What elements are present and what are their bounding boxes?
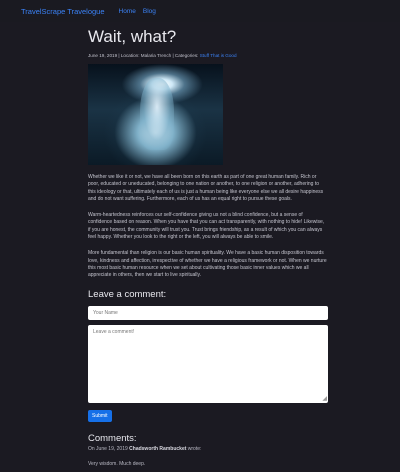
post-image — [88, 64, 223, 165]
name-input[interactable]: Your Name — [88, 305, 328, 320]
post-title: Wait, what? — [88, 27, 177, 46]
comment-placeholder: Leave a comment! — [93, 328, 135, 335]
post-paragraph-2: Warm-heartedness reinforces our self-con… — [88, 212, 325, 241]
resize-handle-icon[interactable]: ◢ — [322, 396, 327, 402]
comment-author: Chadsworth Rambucket — [129, 445, 187, 452]
main-content: Wait, what? June 19, 2019 | Location: Ma… — [88, 22, 328, 467]
comment-meta: On June 19, 2019 Chadsworth Rambucket wr… — [88, 446, 328, 452]
post-meta: June 19, 2019 | Location: Malaria Trench… — [88, 53, 328, 58]
comments-heading: Comments: — [88, 432, 137, 444]
glowing-figure-image — [140, 78, 174, 150]
comment-textarea[interactable]: Leave a comment! ◢ — [88, 324, 328, 403]
post-paragraph-1: Whether we like it or not, we have all b… — [88, 174, 324, 202]
comment-text: Very wisdom. Much deep. — [88, 460, 146, 467]
category-link[interactable]: Stuff That is Good — [200, 53, 237, 58]
nav-link-blog[interactable]: Blog — [143, 8, 156, 15]
nav-link-home[interactable]: Home — [119, 8, 136, 15]
navbar: TravelScrape Travelogue Home Blog — [0, 0, 400, 22]
post-paragraph-3: More fundamental than religion is our ba… — [88, 250, 327, 279]
post-meta-text: June 19, 2019 | Location: Malaria Trench… — [88, 53, 199, 58]
comment-wrote: wrote: — [187, 445, 202, 452]
comment-form-heading: Leave a comment: — [88, 288, 167, 300]
submit-button[interactable]: Submit — [88, 409, 112, 422]
comment-date: On June 19, 2019 — [88, 445, 128, 452]
brand-link[interactable]: TravelScrape Travelogue — [21, 7, 105, 16]
